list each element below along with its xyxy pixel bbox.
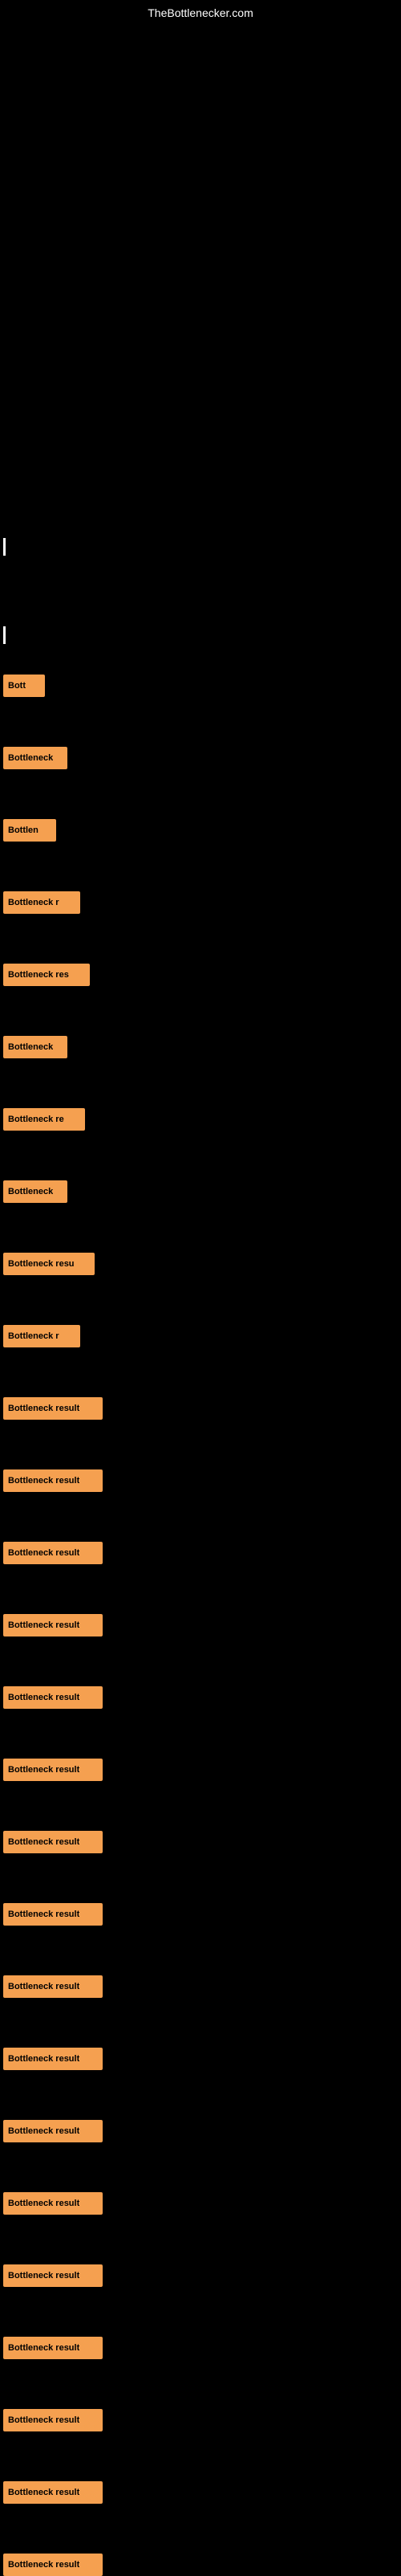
bottleneck-result-label: Bottleneck r bbox=[8, 1331, 59, 1341]
bottleneck-result-item[interactable]: Bottleneck result bbox=[3, 2048, 103, 2070]
bottleneck-result-item[interactable]: Bottleneck result bbox=[3, 1614, 103, 1636]
bottleneck-result-label: Bottlen bbox=[8, 825, 38, 835]
bottleneck-result-item[interactable]: Bottleneck resu bbox=[3, 1253, 95, 1275]
bottleneck-result-label: Bottleneck result bbox=[8, 2415, 79, 2425]
bottleneck-result-label: Bottleneck bbox=[8, 1042, 53, 1052]
bottleneck-result-label: Bottleneck result bbox=[8, 1620, 79, 1630]
bottleneck-result-label: Bottleneck result bbox=[8, 1982, 79, 1991]
bottleneck-result-label: Bott bbox=[8, 681, 26, 691]
bottleneck-result-item[interactable]: Bottleneck result bbox=[3, 1903, 103, 1926]
bottleneck-result-item[interactable]: Bottleneck bbox=[3, 1036, 67, 1058]
bottleneck-result-item[interactable]: Bottleneck re bbox=[3, 1108, 85, 1131]
bottleneck-result-item[interactable]: Bottlen bbox=[3, 819, 56, 842]
bottleneck-result-item[interactable]: Bottleneck result bbox=[3, 2409, 103, 2431]
bottleneck-result-label: Bottleneck bbox=[8, 753, 53, 763]
bottleneck-result-item[interactable]: Bottleneck r bbox=[3, 1325, 80, 1347]
bottleneck-result-label: Bottleneck result bbox=[8, 2343, 79, 2353]
bottleneck-result-label: Bottleneck result bbox=[8, 1910, 79, 1919]
bottleneck-result-label: Bottleneck r bbox=[8, 898, 59, 907]
bottleneck-result-item[interactable]: Bottleneck result bbox=[3, 1759, 103, 1781]
bottleneck-result-item[interactable]: Bottleneck result bbox=[3, 1975, 103, 1998]
bottleneck-result-item[interactable]: Bottleneck bbox=[3, 747, 67, 769]
bottleneck-result-label: Bottleneck result bbox=[8, 1548, 79, 1558]
bottleneck-result-label: Bottleneck res bbox=[8, 970, 69, 980]
bottleneck-result-label: Bottleneck result bbox=[8, 2271, 79, 2280]
bottleneck-result-item[interactable]: Bottleneck bbox=[3, 1180, 67, 1203]
cursor-line-2 bbox=[3, 626, 6, 644]
bottleneck-result-item[interactable]: Bottleneck result bbox=[3, 2337, 103, 2359]
bottleneck-result-item[interactable]: Bottleneck res bbox=[3, 964, 90, 986]
bottleneck-result-label: Bottleneck result bbox=[8, 2126, 79, 2136]
bottleneck-result-item[interactable]: Bottleneck result bbox=[3, 1469, 103, 1492]
bottleneck-result-item[interactable]: Bottleneck result bbox=[3, 1686, 103, 1709]
bottleneck-result-label: Bottleneck result bbox=[8, 2054, 79, 2064]
bottleneck-result-item[interactable]: Bottleneck result bbox=[3, 1831, 103, 1853]
bottleneck-result-item[interactable]: Bottleneck result bbox=[3, 1542, 103, 1564]
site-title: TheBottlenecker.com bbox=[148, 6, 253, 19]
bottleneck-result-item[interactable]: Bottleneck result bbox=[3, 2120, 103, 2142]
bottleneck-result-label: Bottleneck result bbox=[8, 1476, 79, 1486]
bottleneck-result-label: Bottleneck result bbox=[8, 1693, 79, 1702]
bottleneck-result-label: Bottleneck bbox=[8, 1187, 53, 1196]
bottleneck-result-item[interactable]: Bottleneck result bbox=[3, 2264, 103, 2287]
bottleneck-result-item[interactable]: Bottleneck result bbox=[3, 1397, 103, 1420]
bottleneck-result-label: Bottleneck result bbox=[8, 2488, 79, 2497]
cursor-line-1 bbox=[3, 538, 6, 556]
bottleneck-result-item[interactable]: Bottleneck result bbox=[3, 2481, 103, 2504]
bottleneck-result-label: Bottleneck result bbox=[8, 2199, 79, 2208]
bottleneck-result-label: Bottleneck result bbox=[8, 2560, 79, 2570]
bottleneck-result-label: Bottleneck result bbox=[8, 1404, 79, 1413]
bottleneck-result-item[interactable]: Bottleneck result bbox=[3, 2554, 103, 2576]
bottleneck-result-label: Bottleneck re bbox=[8, 1115, 64, 1124]
bottleneck-result-item[interactable]: Bott bbox=[3, 675, 45, 697]
bottleneck-result-item[interactable]: Bottleneck result bbox=[3, 2192, 103, 2215]
bottleneck-result-label: Bottleneck resu bbox=[8, 1259, 75, 1269]
bottleneck-result-item[interactable]: Bottleneck r bbox=[3, 891, 80, 914]
bottleneck-result-label: Bottleneck result bbox=[8, 1765, 79, 1775]
bottleneck-result-label: Bottleneck result bbox=[8, 1837, 79, 1847]
